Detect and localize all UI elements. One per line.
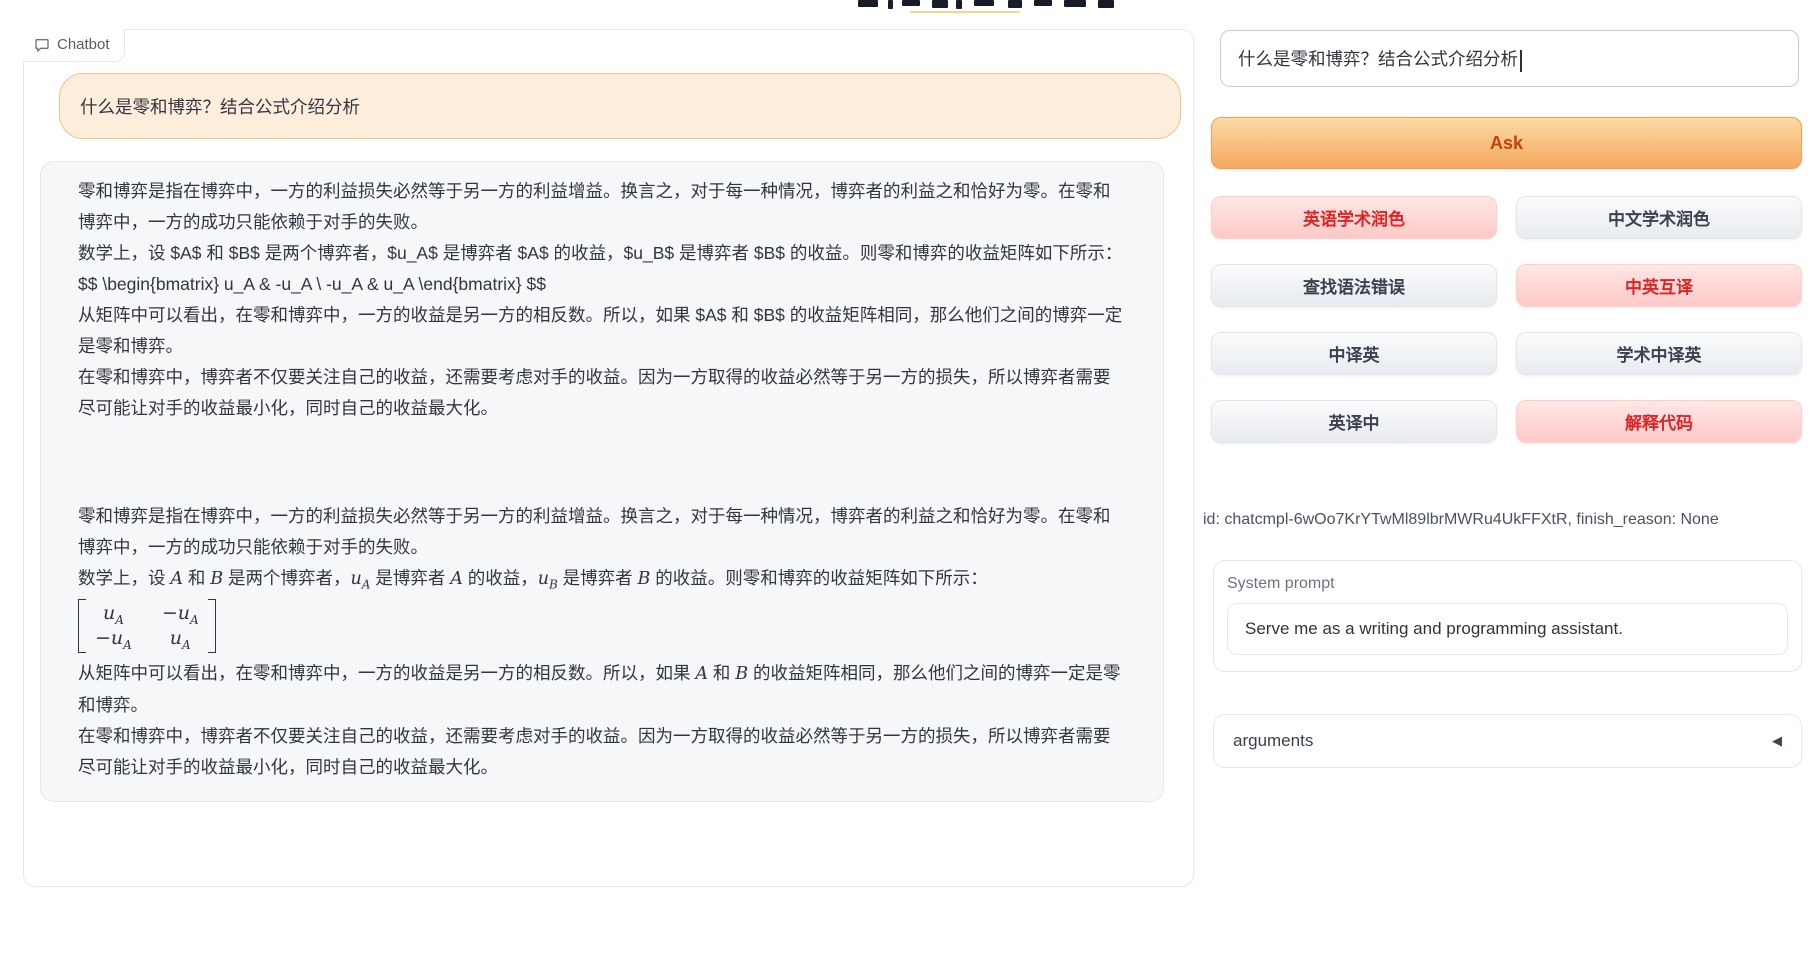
user-message-bubble: 什么是零和博弈？结合公式介绍分析: [59, 73, 1181, 139]
matrix-grid: uA−uA−uAuA: [95, 599, 199, 653]
chatbot-label: Chatbot: [57, 36, 110, 53]
ask-input[interactable]: 什么是零和博弈？结合公式介绍分析: [1220, 30, 1799, 87]
quick-action-button[interactable]: 英语学术润色: [1211, 196, 1497, 239]
quick-action-button[interactable]: 英译中: [1211, 400, 1497, 443]
matrix-cell: −uA: [95, 626, 132, 651]
quick-action-button[interactable]: 中英互译: [1516, 264, 1802, 307]
bot-text-line: 在零和博弈中，博弈者不仅要关注自己的收益，还需要考虑对手的收益。因为一方取得的收…: [78, 362, 1126, 424]
quick-actions-grid: 英语学术润色中文学术润色查找语法错误中英互译中译英学术中译英英译中解释代码: [1211, 196, 1802, 443]
bot-text-line: 数学上，设 A 和 B 是两个博弈者，uA 是博弈者 A 的收益，uB 是博弈者…: [78, 563, 1126, 595]
quick-action-button[interactable]: 中文学术润色: [1516, 196, 1802, 239]
bot-text-line: $$ \begin{bmatrix} u_A & -u_A \ -u_A & u…: [78, 269, 1126, 300]
text-caret: [1520, 50, 1522, 72]
bot-text-line: 数学上，设 $A$ 和 $B$ 是两个博弈者，$u_A$ 是博弈者 $A$ 的收…: [78, 238, 1126, 269]
quick-action-button[interactable]: 学术中译英: [1516, 332, 1802, 375]
app-root: Chatbot 什么是零和博弈？结合公式介绍分析 零和博弈是指在博弈中，一方的利…: [0, 0, 1814, 961]
payoff-matrix: uA−uA−uAuA: [78, 599, 216, 653]
bot-text-line: 零和博弈是指在博弈中，一方的利益损失必然等于另一方的利益增益。换言之，对于每一种…: [78, 176, 1126, 238]
system-prompt-group: System prompt Serve me as a writing and …: [1213, 560, 1802, 672]
bot-rendered-after: 从矩阵中可以看出，在零和博弈中，一方的收益是另一方的相反数。所以，如果 A 和 …: [78, 658, 1126, 783]
title-underline: [910, 11, 1020, 13]
status-line: id: chatcmpl-6wOo7KrYTwMl89lbrMWRu4UkFFX…: [1203, 509, 1803, 531]
accordion-collapsed-icon: ◀: [1772, 733, 1782, 749]
bot-rendered-block: 零和博弈是指在博弈中，一方的利益损失必然等于另一方的利益增益。换言之，对于每一种…: [78, 501, 1126, 783]
chat-bubble-icon: [34, 37, 50, 53]
ask-button[interactable]: Ask: [1211, 117, 1802, 169]
bot-text-line: 从矩阵中可以看出，在零和博弈中，一方的收益是另一方的相反数。所以，如果 A 和 …: [78, 658, 1126, 721]
quick-action-button[interactable]: 查找语法错误: [1211, 264, 1497, 307]
bot-text-line: 在零和博弈中，博弈者不仅要关注自己的收益，还需要考虑对手的收益。因为一方取得的收…: [78, 721, 1126, 783]
ask-input-value: 什么是零和博弈？结合公式介绍分析: [1238, 46, 1518, 71]
matrix-right-bracket: [208, 599, 216, 653]
chatbot-panel: Chatbot 什么是零和博弈？结合公式介绍分析 零和博弈是指在博弈中，一方的利…: [23, 29, 1194, 887]
arguments-accordion-label: arguments: [1233, 731, 1313, 751]
matrix-left-bracket: [78, 599, 86, 653]
quick-action-button[interactable]: 中译英: [1211, 332, 1497, 375]
bot-message-panel: 零和博弈是指在博弈中，一方的利益损失必然等于另一方的利益增益。换言之，对于每一种…: [40, 161, 1164, 802]
bot-text-line: 从矩阵中可以看出，在零和博弈中，一方的收益是另一方的相反数。所以，如果 $A$ …: [78, 300, 1126, 362]
matrix-cell: −uA: [162, 601, 199, 626]
matrix-cell: uA: [103, 601, 124, 626]
bot-text-line: 零和博弈是指在博弈中，一方的利益损失必然等于另一方的利益增益。换言之，对于每一种…: [78, 501, 1126, 563]
arguments-accordion[interactable]: arguments ◀: [1213, 714, 1802, 768]
bot-raw-block: 零和博弈是指在博弈中，一方的利益损失必然等于另一方的利益增益。换言之，对于每一种…: [78, 176, 1126, 424]
matrix-cell: uA: [170, 626, 191, 651]
chatbot-label-chip: Chatbot: [23, 29, 125, 62]
system-prompt-label: System prompt: [1227, 575, 1788, 593]
bot-rendered-before: 零和博弈是指在博弈中，一方的利益损失必然等于另一方的利益增益。换言之，对于每一种…: [78, 501, 1126, 595]
page-title-clipped: [858, 0, 1138, 14]
user-message-text: 什么是零和博弈？结合公式介绍分析: [80, 94, 360, 119]
quick-action-button[interactable]: 解释代码: [1516, 400, 1802, 443]
system-prompt-input[interactable]: Serve me as a writing and programming as…: [1227, 603, 1788, 655]
